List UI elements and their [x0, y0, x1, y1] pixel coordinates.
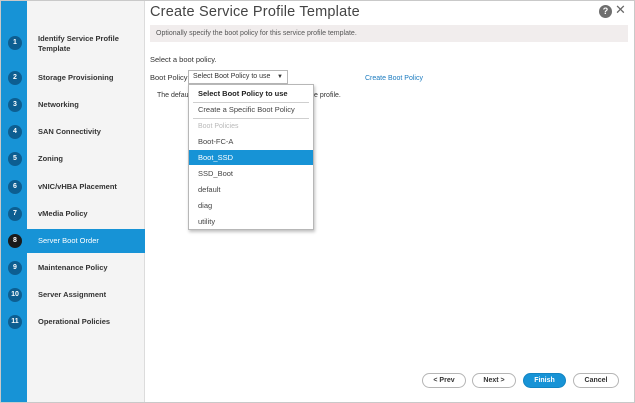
help-icon[interactable]: ?: [599, 5, 612, 18]
boot-policy-select[interactable]: Select Boot Policy to use ▼: [188, 70, 288, 84]
create-boot-policy-link[interactable]: Create Boot Policy: [365, 75, 423, 82]
step-vnic-vhba-placement[interactable]: 6 vNIC/vHBA Placement: [1, 175, 145, 199]
step-number: 8: [8, 234, 22, 248]
close-icon[interactable]: ✕: [615, 3, 626, 18]
step-number: 6: [8, 180, 22, 194]
step-label: Storage Provisioning: [38, 73, 114, 82]
step-label: Maintenance Policy: [38, 263, 108, 272]
info-bar: Optionally specify the boot policy for t…: [150, 25, 628, 42]
default-boot-text-end: e profile.: [314, 92, 341, 99]
step-label: vMedia Policy: [38, 209, 88, 218]
step-maintenance-policy[interactable]: 9 Maintenance Policy: [1, 256, 145, 280]
step-server-assignment[interactable]: 10 Server Assignment: [1, 283, 145, 307]
dropdown-option[interactable]: Boot-FC-A: [189, 134, 313, 149]
step-number: 1: [8, 36, 22, 50]
step-storage-provisioning[interactable]: 2 Storage Provisioning: [1, 66, 145, 90]
dropdown-option-selected[interactable]: Boot_SSD: [189, 150, 313, 165]
default-boot-text: The defau: [157, 92, 189, 99]
next-button[interactable]: Next >: [472, 373, 516, 388]
step-number: 11: [8, 315, 22, 329]
finish-button[interactable]: Finish: [523, 373, 566, 388]
step-label: Server Assignment: [38, 290, 107, 299]
cancel-button[interactable]: Cancel: [573, 373, 619, 388]
step-label: Networking: [38, 100, 79, 109]
dialog-title: Create Service Profile Template: [150, 4, 360, 20]
boot-policy-label: Boot Policy:: [150, 73, 190, 82]
dropdown-option-create-specific[interactable]: Create a Specific Boot Policy: [189, 102, 313, 117]
step-label: Identify Service Profile Template: [38, 34, 119, 53]
step-label: Server Boot Order: [38, 236, 99, 245]
step-server-boot-order[interactable]: 8 Server Boot Order: [1, 229, 145, 253]
step-zoning[interactable]: 5 Zoning: [1, 147, 145, 171]
dropdown-option[interactable]: SSD_Boot: [189, 166, 313, 181]
step-label: vNIC/vHBA Placement: [38, 182, 117, 191]
boot-policy-select-value: Select Boot Policy to use: [193, 73, 271, 80]
step-number: 3: [8, 98, 22, 112]
step-identify-service-profile-template[interactable]: 1 Identify Service Profile Template: [1, 31, 145, 55]
dropdown-option[interactable]: utility: [189, 214, 313, 229]
step-number: 5: [8, 152, 22, 166]
dropdown-option[interactable]: diag: [189, 198, 313, 213]
select-prompt: Select a boot policy.: [150, 55, 217, 64]
chevron-down-icon: ▼: [277, 74, 283, 80]
step-vmedia-policy[interactable]: 7 vMedia Policy: [1, 202, 145, 226]
step-number: 9: [8, 261, 22, 275]
step-number: 10: [8, 288, 22, 302]
dropdown-option[interactable]: default: [189, 182, 313, 197]
dropdown-option-placeholder[interactable]: Select Boot Policy to use: [189, 86, 313, 101]
step-number: 2: [8, 71, 22, 85]
boot-policy-dropdown: Select Boot Policy to use Create a Speci…: [188, 84, 314, 230]
step-number: 7: [8, 207, 22, 221]
step-operational-policies[interactable]: 11 Operational Policies: [1, 310, 145, 334]
dropdown-group-label: Boot Policies: [198, 123, 239, 130]
step-networking[interactable]: 3 Networking: [1, 93, 145, 117]
step-number: 4: [8, 125, 22, 139]
prev-button[interactable]: < Prev: [422, 373, 466, 388]
step-label: Zoning: [38, 154, 63, 163]
step-label: Operational Policies: [38, 317, 111, 326]
step-label: SAN Connectivity: [38, 127, 101, 136]
step-san-connectivity[interactable]: 4 SAN Connectivity: [1, 120, 145, 144]
